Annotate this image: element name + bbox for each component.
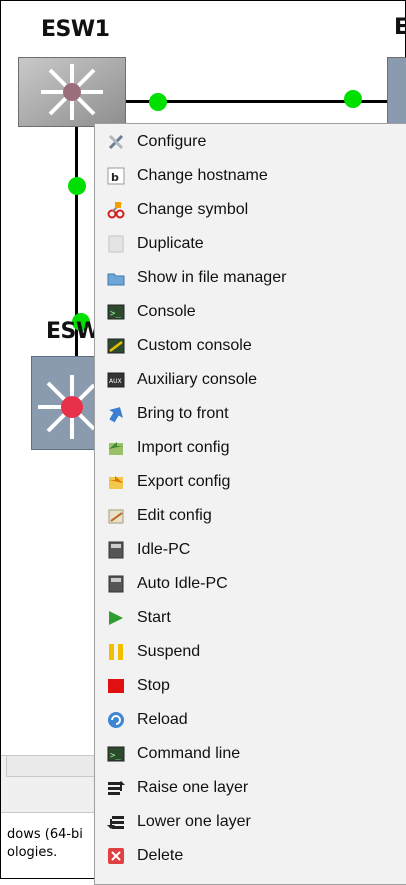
custom-console-icon bbox=[107, 337, 125, 355]
menu-item-label: Edit config bbox=[137, 507, 212, 524]
calculator-icon bbox=[107, 541, 125, 559]
menu-item-suspend[interactable]: Suspend bbox=[95, 635, 406, 669]
node-label-right: E bbox=[394, 15, 406, 40]
menu-item-idle-pc[interactable]: Idle-PC bbox=[95, 533, 406, 567]
menu-item-custom-console[interactable]: Custom console bbox=[95, 329, 406, 363]
menu-item-label: Show in file manager bbox=[137, 269, 287, 286]
import-icon bbox=[107, 439, 125, 457]
menu-item-show-in-file-manager[interactable]: Show in file manager bbox=[95, 261, 406, 295]
menu-item-change-hostname[interactable]: b Change hostname bbox=[95, 159, 406, 193]
console-log: dows (64-bi ologies. bbox=[1, 812, 96, 878]
terminal-icon: >_ bbox=[107, 745, 125, 763]
menu-item-label: Change symbol bbox=[137, 201, 249, 218]
menu-item-label: Reload bbox=[137, 711, 188, 728]
hostname-icon: b bbox=[107, 167, 125, 185]
edit-icon bbox=[107, 507, 125, 525]
reload-icon bbox=[107, 711, 125, 729]
link-status-dot bbox=[68, 177, 86, 195]
scissors-paint-icon bbox=[107, 201, 125, 219]
node-label-esw2: ESW bbox=[46, 319, 100, 344]
menu-item-label: Idle-PC bbox=[137, 541, 191, 558]
switch-esw1[interactable] bbox=[18, 57, 126, 127]
pause-icon bbox=[107, 643, 125, 661]
play-icon bbox=[107, 609, 125, 627]
aux-console-icon: AUX bbox=[107, 371, 125, 389]
bring-front-icon bbox=[107, 405, 125, 423]
wrench-screwdriver-icon bbox=[107, 133, 125, 151]
svg-text:AUX: AUX bbox=[109, 378, 122, 385]
export-icon bbox=[107, 473, 125, 491]
svg-text:>_: >_ bbox=[110, 751, 121, 761]
menu-item-label: Configure bbox=[137, 133, 207, 150]
menu-item-auto-idle-pc[interactable]: Auto Idle-PC bbox=[95, 567, 406, 601]
menu-item-command-line[interactable]: >_ Command line bbox=[95, 737, 406, 771]
menu-item-label: Stop bbox=[137, 677, 170, 694]
menu-item-label: Auto Idle-PC bbox=[137, 575, 228, 592]
menu-item-import-config[interactable]: Import config bbox=[95, 431, 406, 465]
svg-text:b: b bbox=[111, 171, 119, 184]
menu-item-label: Start bbox=[137, 609, 171, 626]
menu-item-lower-one-layer[interactable]: Lower one layer bbox=[95, 805, 406, 839]
menu-item-label: Suspend bbox=[137, 643, 201, 660]
duplicate-icon bbox=[107, 235, 125, 253]
menu-item-label: Auxiliary console bbox=[137, 371, 258, 388]
horizontal-scrollbar[interactable] bbox=[6, 755, 98, 777]
menu-item-stop[interactable]: Stop bbox=[95, 669, 406, 703]
delete-icon bbox=[107, 847, 125, 865]
link-status-dot bbox=[344, 90, 362, 108]
menu-item-bring-to-front[interactable]: Bring to front bbox=[95, 397, 406, 431]
svg-text:>_: >_ bbox=[110, 309, 121, 319]
link-status-dot bbox=[149, 93, 167, 111]
menu-item-label: Import config bbox=[137, 439, 230, 456]
menu-item-label: Delete bbox=[137, 847, 184, 864]
folder-icon bbox=[107, 269, 125, 287]
lower-layer-icon bbox=[107, 813, 125, 831]
menu-item-console[interactable]: >_ Console bbox=[95, 295, 406, 329]
menu-item-label: Duplicate bbox=[137, 235, 204, 252]
menu-item-configure[interactable]: Configure bbox=[95, 125, 406, 159]
log-line: dows (64-bi bbox=[7, 827, 83, 842]
menu-item-label: Change hostname bbox=[137, 167, 268, 184]
node-label-esw1: ESW1 bbox=[41, 17, 110, 42]
raise-layer-icon bbox=[107, 779, 125, 797]
menu-item-label: Export config bbox=[137, 473, 231, 490]
menu-item-edit-config[interactable]: Edit config bbox=[95, 499, 406, 533]
calculator-icon bbox=[107, 575, 125, 593]
menu-item-change-symbol[interactable]: Change symbol bbox=[95, 193, 406, 227]
menu-item-delete[interactable]: Delete bbox=[95, 839, 406, 873]
log-line: ologies. bbox=[7, 845, 58, 860]
menu-item-label: Console bbox=[137, 303, 196, 320]
node-context-menu: Configure b Change hostname Change symbo… bbox=[94, 123, 406, 885]
menu-item-label: Lower one layer bbox=[137, 813, 251, 830]
menu-item-duplicate[interactable]: Duplicate bbox=[95, 227, 406, 261]
menu-item-start[interactable]: Start bbox=[95, 601, 406, 635]
stop-icon bbox=[107, 677, 125, 695]
menu-item-auxiliary-console[interactable]: AUX Auxiliary console bbox=[95, 363, 406, 397]
menu-item-label: Command line bbox=[137, 745, 241, 762]
menu-item-reload[interactable]: Reload bbox=[95, 703, 406, 737]
switch-esw2[interactable] bbox=[31, 356, 99, 450]
menu-item-label: Bring to front bbox=[137, 405, 229, 422]
menu-item-label: Custom console bbox=[137, 337, 252, 354]
switch-right-partial[interactable] bbox=[387, 57, 406, 127]
console-icon: >_ bbox=[107, 303, 125, 321]
menu-item-raise-one-layer[interactable]: Raise one layer bbox=[95, 771, 406, 805]
menu-item-export-config[interactable]: Export config bbox=[95, 465, 406, 499]
menu-item-label: Raise one layer bbox=[137, 779, 249, 796]
